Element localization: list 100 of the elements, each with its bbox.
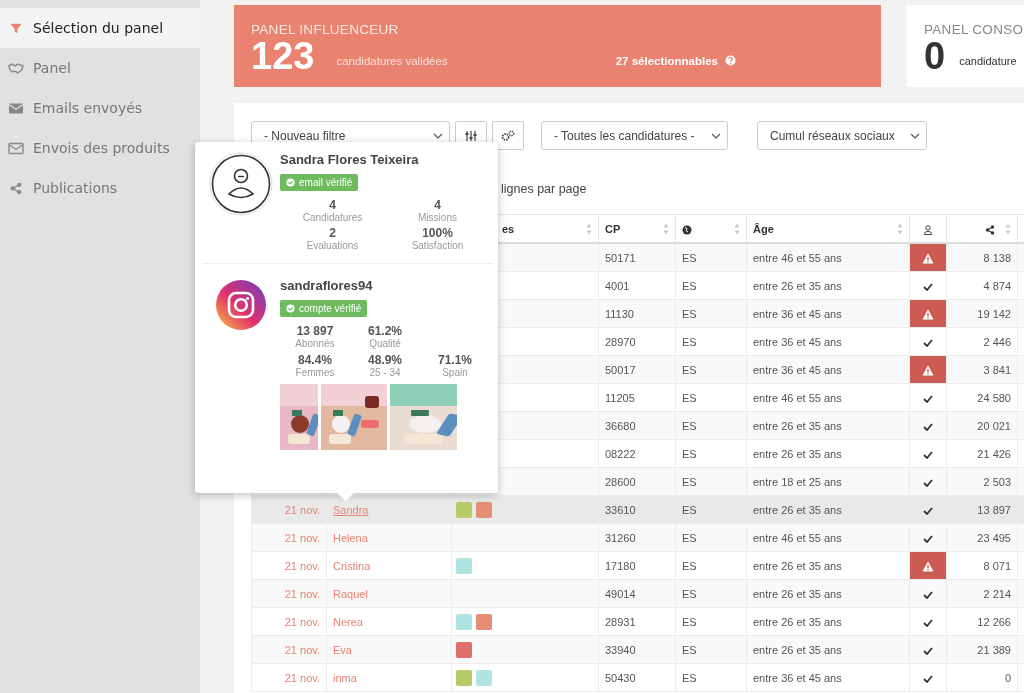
stat-label: Satisfaction bbox=[411, 240, 464, 251]
name-link[interactable]: Nerea bbox=[333, 615, 363, 628]
selectable-count: 27 sélectionnables bbox=[615, 53, 718, 67]
applications-select[interactable]: - Toutes les candidatures - bbox=[541, 121, 728, 150]
table-cell: 12 266 bbox=[946, 607, 1018, 636]
profile-name: Sandra Flores Teixeira bbox=[280, 152, 419, 167]
table-cell: 50171 bbox=[598, 243, 676, 272]
check-icon bbox=[923, 450, 933, 459]
stat-value: 84.4% bbox=[298, 354, 332, 367]
table-cell: ES bbox=[675, 607, 747, 636]
check-icon bbox=[923, 422, 933, 431]
table-cell: 50017 bbox=[598, 355, 676, 384]
table-cell: 2 503 bbox=[946, 467, 1018, 496]
date-cell: 21 nov. bbox=[284, 671, 320, 684]
sliders-icon bbox=[465, 129, 477, 142]
sidebar-item[interactable]: Envois des produits bbox=[0, 128, 200, 168]
table-cell: entre 26 et 35 ans bbox=[746, 607, 910, 636]
table-cell: entre 36 et 45 ans bbox=[746, 327, 910, 356]
check-icon bbox=[923, 338, 933, 347]
table-cell: 2 214 bbox=[946, 579, 1018, 608]
name-link[interactable]: Eva bbox=[333, 643, 352, 656]
globe-icon bbox=[682, 224, 692, 235]
caret-icon bbox=[711, 132, 721, 139]
table-cell: entre 26 et 35 ans bbox=[746, 635, 910, 664]
check-icon bbox=[923, 646, 933, 655]
table-cell: 21 389 bbox=[946, 635, 1018, 664]
table-cell: ES bbox=[675, 299, 747, 328]
table-cell: 4001 bbox=[598, 271, 676, 300]
table-cell: 2 446 bbox=[946, 327, 1018, 356]
date-cell: 21 nov. bbox=[284, 503, 320, 516]
date-cell: 21 nov. bbox=[284, 615, 320, 628]
networks-select[interactable]: Cumul réseaux sociaux bbox=[757, 121, 927, 150]
check-icon bbox=[923, 674, 933, 683]
stat-value: 2 bbox=[329, 227, 336, 240]
settings-button[interactable] bbox=[492, 121, 524, 150]
name-link[interactable]: Raquel bbox=[333, 587, 368, 600]
date-cell: 21 nov. bbox=[284, 587, 320, 600]
table-cell: 28970 bbox=[598, 327, 676, 356]
stat-value: 48.9% bbox=[368, 354, 402, 367]
table-cell: 17180 bbox=[598, 551, 676, 580]
table-cell: entre 18 et 25 ans bbox=[746, 467, 910, 496]
sidebar-item[interactable]: Sélection du panel bbox=[0, 8, 200, 48]
table-cell: 36680 bbox=[598, 411, 676, 440]
check-icon bbox=[923, 394, 933, 403]
share-icon bbox=[985, 224, 995, 235]
table-cell: ES bbox=[675, 327, 747, 356]
table-cell: 33610 bbox=[598, 495, 676, 524]
table-cell: ES bbox=[675, 551, 747, 580]
stat-label: Femmes bbox=[295, 367, 335, 378]
sort-icon[interactable] bbox=[586, 223, 592, 235]
table-cell: ES bbox=[675, 439, 747, 468]
stat-label: Evaluations bbox=[306, 240, 359, 251]
caret-icon bbox=[910, 132, 920, 139]
help-icon[interactable] bbox=[724, 55, 736, 66]
gears-icon bbox=[501, 129, 515, 142]
warning-icon bbox=[922, 560, 934, 572]
table-cell: entre 46 et 55 ans bbox=[746, 523, 910, 552]
sidebar-item[interactable]: Emails envoyés bbox=[0, 88, 200, 128]
table-cell: entre 26 et 35 ans bbox=[746, 271, 910, 300]
share-icon bbox=[8, 181, 24, 195]
table-cell: 3 841 bbox=[946, 355, 1018, 384]
sort-icon[interactable] bbox=[663, 223, 669, 235]
date-cell: 21 nov. bbox=[284, 559, 320, 572]
card-caption: candidatures validées bbox=[336, 53, 448, 67]
table-cell: ES bbox=[675, 383, 747, 412]
verified-badge: compte vérifié bbox=[280, 300, 368, 317]
check-icon bbox=[923, 618, 933, 627]
sort-icon[interactable] bbox=[1005, 223, 1011, 235]
table-cell: entre 26 et 35 ans bbox=[746, 551, 910, 580]
table-cell: 20 021 bbox=[946, 411, 1018, 440]
sort-icon[interactable] bbox=[734, 223, 740, 235]
stat-label: Qualité bbox=[369, 338, 401, 349]
name-link[interactable]: Helena bbox=[333, 531, 368, 544]
name-link[interactable]: inma bbox=[333, 671, 357, 684]
table-cell: 4 874 bbox=[946, 271, 1018, 300]
table-cell: 49014 bbox=[598, 579, 676, 608]
user-icon bbox=[923, 224, 933, 235]
table-cell: 33940 bbox=[598, 635, 676, 664]
sidebar-item[interactable]: Publications bbox=[0, 168, 200, 208]
sidebar-item[interactable]: Panel bbox=[0, 48, 200, 88]
name-link[interactable]: Sandra bbox=[333, 503, 369, 516]
caret-icon bbox=[433, 132, 443, 139]
sort-icon[interactable] bbox=[897, 223, 903, 235]
table-cell: ES bbox=[675, 355, 747, 384]
card-count: 0 bbox=[924, 35, 946, 78]
name-link[interactable]: Cristina bbox=[333, 559, 371, 572]
table-cell: 31260 bbox=[598, 523, 676, 552]
table-cell: 24 580 bbox=[946, 383, 1018, 412]
filter-icon bbox=[8, 21, 24, 35]
check-icon bbox=[923, 534, 933, 543]
stat-label: Spain bbox=[442, 367, 468, 378]
table-cell: ES bbox=[675, 271, 747, 300]
table-cell: 13 897 bbox=[946, 495, 1018, 524]
table-cell: entre 46 et 55 ans bbox=[746, 383, 910, 412]
table-cell: entre 26 et 35 ans bbox=[746, 439, 910, 468]
table-cell: 8 071 bbox=[946, 551, 1018, 580]
table-cell: entre 46 et 55 ans bbox=[746, 243, 910, 272]
table-cell: ES bbox=[675, 411, 747, 440]
verified-badge: email vérifié bbox=[280, 174, 359, 191]
table-cell: 11130 bbox=[598, 299, 676, 328]
